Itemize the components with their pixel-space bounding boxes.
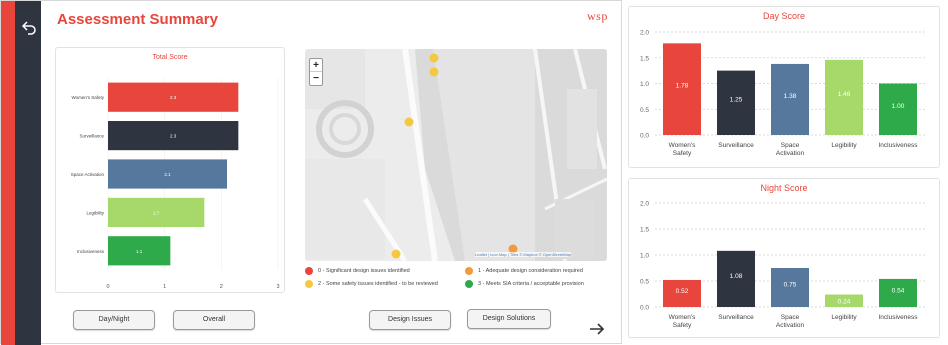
- data-label: 0.24: [838, 298, 851, 305]
- data-label: 0.52: [676, 288, 689, 295]
- map-marker[interactable]: [391, 249, 401, 259]
- tick-label: 1.0: [640, 253, 649, 260]
- side-nav: [15, 1, 41, 345]
- map-markers: [391, 53, 518, 259]
- data-label: 0.54: [892, 287, 905, 294]
- category-label: Legibility: [86, 210, 104, 215]
- legend-item: 1 - Adequate design consideration requir…: [465, 267, 583, 275]
- category-label: Inclusiveness: [77, 249, 105, 254]
- data-label: 2.1: [164, 172, 171, 177]
- legend-item: 2 - Some safety issues identified - to b…: [305, 280, 438, 288]
- tick-label: 0.5: [640, 107, 649, 114]
- tick-label: 0: [106, 284, 109, 290]
- accent-strip: [1, 1, 15, 345]
- category-label: Women's: [669, 314, 697, 321]
- data-label: 2.3: [170, 134, 177, 139]
- tick-label: 2.0: [640, 201, 649, 208]
- total-score-chart: 0 1 2 3 2.3 Women's Safety 2.3 Surveillance 2.1 S…: [71, 78, 280, 290]
- tick-label: 2.0: [640, 30, 649, 37]
- night-score-card: Night Score 0.0 0.5 1.0 1.5 2.0 0.52 Women's Sa…: [628, 178, 940, 338]
- data-label: 2.3: [170, 95, 177, 100]
- category-label: Surveillance: [718, 314, 754, 321]
- tick-label: 0.0: [640, 305, 649, 312]
- map-marker[interactable]: [404, 117, 414, 127]
- day-night-button[interactable]: Day/Night: [73, 310, 155, 330]
- assessment-panel: Assessment Summary wsp Total Score 01232…: [0, 0, 622, 345]
- design-issues-button[interactable]: Design Issues: [369, 310, 451, 330]
- legend-label: 2 - Some safety issues identified - to b…: [318, 281, 438, 287]
- legend-swatch-red: [305, 267, 313, 275]
- design-solutions-button[interactable]: Design Solutions: [467, 309, 551, 329]
- legend-label: 3 - Meets SIA criteria / acceptable prov…: [478, 281, 584, 287]
- category-label: Legibility: [831, 142, 857, 149]
- category-label: Activation: [776, 150, 805, 157]
- legend-swatch-amber: [465, 267, 473, 275]
- data-label: 1.38: [784, 93, 797, 100]
- legend-item: 0 - Significant design issues identified: [305, 267, 410, 275]
- legend-swatch-yellow: [305, 280, 313, 288]
- map-zoom-control: + −: [309, 58, 323, 86]
- tick-label: 0.5: [640, 279, 649, 286]
- tick-label: 1.0: [640, 81, 649, 88]
- category-label: Women's: [669, 142, 697, 149]
- category-label: Space Activation: [71, 172, 105, 177]
- category-label: Safety: [673, 150, 692, 157]
- category-label: Activation: [776, 322, 805, 329]
- tick-label: 1: [163, 284, 166, 290]
- map-attribution[interactable]: Leaflet | Icon Map | Tiles © Mapbox © Op…: [475, 252, 572, 257]
- zoom-out-button[interactable]: −: [310, 72, 322, 85]
- data-label: 1.25: [730, 97, 743, 104]
- day-score-card: Day Score 0.0 0.5 1.0 1.5 2.0 1.78 Women's Safe…: [628, 6, 940, 168]
- category-label: Surveillance: [718, 142, 754, 149]
- category-label: Legibility: [831, 314, 857, 321]
- tick-label: 1.5: [640, 55, 649, 62]
- map-marker[interactable]: [429, 67, 439, 77]
- overall-button[interactable]: Overall: [173, 310, 255, 330]
- data-label: 1.00: [892, 103, 905, 110]
- legend-label: 0 - Significant design issues identified: [318, 268, 410, 274]
- arrow-right-icon[interactable]: [589, 321, 605, 340]
- page-title: Assessment Summary: [57, 11, 218, 28]
- category-label: Surveillance: [79, 134, 104, 139]
- day-score-chart: 0.0 0.5 1.0 1.5 2.0 1.78 Women'sSafety 1.25 Surv…: [640, 30, 925, 157]
- category-label: Women's Safety: [71, 95, 104, 100]
- category-label: Safety: [673, 322, 692, 329]
- legend-swatch-green: [465, 280, 473, 288]
- data-label: 1.78: [676, 82, 689, 89]
- data-label: 1.1: [136, 249, 143, 254]
- zoom-in-button[interactable]: +: [310, 59, 322, 72]
- tick-label: 3: [276, 284, 279, 290]
- back-arrow-icon[interactable]: [19, 19, 39, 39]
- data-label: 0.75: [784, 282, 797, 289]
- data-label: 1.7: [153, 210, 160, 215]
- map-legend: 0 - Significant design issues identified…: [305, 265, 607, 291]
- category-label: Space: [781, 314, 800, 321]
- map-marker[interactable]: [429, 53, 439, 63]
- night-score-chart: 0.0 0.5 1.0 1.5 2.0 0.52 Women'sSafety 1.08 Surv…: [640, 201, 925, 329]
- tick-label: 0.0: [640, 133, 649, 140]
- tick-label: 2: [220, 284, 223, 290]
- wsp-logo: wsp: [587, 9, 608, 23]
- tick-label: 1.5: [640, 227, 649, 234]
- total-score-card: Total Score 0 1 2 3 2.3 Women's Safety 2.3 Surv…: [55, 47, 285, 293]
- category-label: Space: [781, 142, 800, 149]
- legend-label: 1 - Adequate design consideration requir…: [478, 268, 583, 274]
- data-label: 1.08: [730, 273, 743, 280]
- legend-item: 3 - Meets SIA criteria / acceptable prov…: [465, 280, 584, 288]
- category-label: Inclusiveness: [878, 314, 918, 321]
- category-label: Inclusiveness: [878, 142, 918, 149]
- data-label: 1.46: [838, 91, 851, 98]
